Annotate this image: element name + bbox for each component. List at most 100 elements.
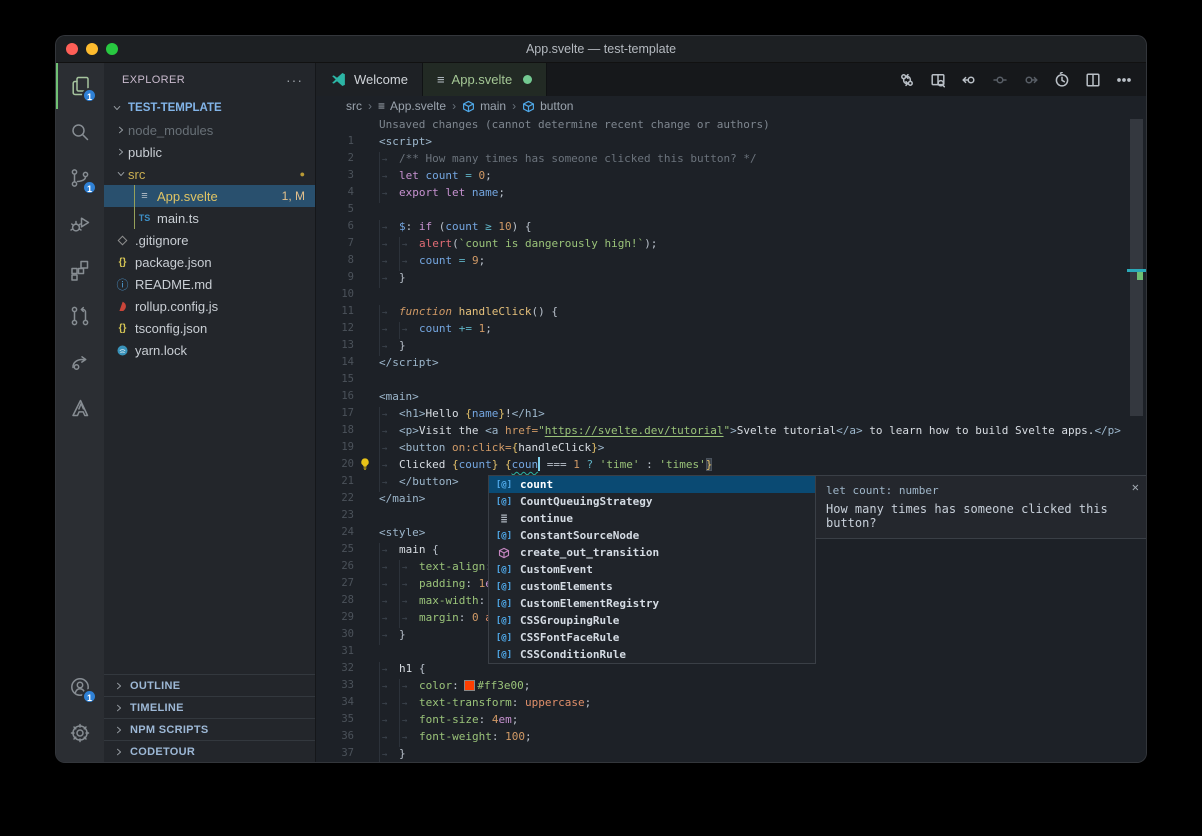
tab-label: Welcome bbox=[354, 72, 408, 87]
code-token: main bbox=[399, 543, 432, 556]
code-line[interactable]: 33→→color: #ff3e00; bbox=[316, 677, 1146, 694]
scrollbar-thumb[interactable] bbox=[1130, 119, 1143, 416]
code-token: <style> bbox=[379, 526, 425, 539]
tree-item-app-svelte[interactable]: ≡App.svelte1, M bbox=[104, 185, 315, 207]
suggest-item-customelements[interactable]: [@]customElements bbox=[489, 578, 815, 595]
breadcrumb-item-main[interactable]: main bbox=[462, 99, 506, 113]
tree-item-rollup-config-js[interactable]: rollup.config.js bbox=[104, 295, 315, 317]
sidebar-section-outline[interactable]: OUTLINE bbox=[104, 674, 315, 696]
code-line[interactable]: 37→} bbox=[316, 745, 1146, 762]
activity-search-icon[interactable] bbox=[56, 109, 104, 155]
code-line[interactable]: 15 bbox=[316, 371, 1146, 388]
suggest-item-cssconditionrule[interactable]: [@]CSSConditionRule bbox=[489, 646, 815, 663]
tree-item-readme-md[interactable]: ⓘREADME.md bbox=[104, 273, 315, 295]
tree-item--gitignore[interactable]: .gitignore bbox=[104, 229, 315, 251]
code-token: `count is dangerously high!` bbox=[459, 237, 644, 250]
activity-accounts-icon[interactable]: 1 bbox=[56, 664, 104, 710]
code-line[interactable]: 5 bbox=[316, 201, 1146, 218]
code-line[interactable]: 4→export let name; bbox=[316, 184, 1146, 201]
code-line[interactable]: 20→Clicked {count} {coun === 1 ? 'time' … bbox=[316, 456, 1146, 473]
explorer-more-actions-button[interactable]: ··· bbox=[286, 72, 303, 88]
split-editor-icon[interactable] bbox=[1085, 72, 1101, 88]
tree-item-public[interactable]: public bbox=[104, 141, 315, 163]
previous-change-icon[interactable] bbox=[961, 72, 977, 88]
code-line[interactable]: 13→} bbox=[316, 337, 1146, 354]
tree-item-label: yarn.lock bbox=[135, 343, 315, 358]
suggest-item-customevent[interactable]: [@]CustomEvent bbox=[489, 561, 815, 578]
line-number: 13 bbox=[316, 337, 354, 354]
code-line[interactable]: 6→$: if (count ≥ 10) { bbox=[316, 218, 1146, 235]
sidebar-section-codetour[interactable]: CODETOUR bbox=[104, 740, 315, 762]
code-line[interactable]: 16<main> bbox=[316, 388, 1146, 405]
code-token: <a bbox=[485, 424, 505, 437]
line-number: 14 bbox=[316, 354, 354, 371]
tree-item-tsconfig-json[interactable]: {}tsconfig.json bbox=[104, 317, 315, 339]
suggest-item-countqueuingstrategy[interactable]: [@]CountQueuingStrategy bbox=[489, 493, 815, 510]
breadcrumb-item-app-svelte[interactable]: ≡App.svelte bbox=[378, 99, 446, 113]
suggest-item-continue[interactable]: ≣continue bbox=[489, 510, 815, 527]
activity-live-share-icon[interactable] bbox=[56, 339, 104, 385]
code-line[interactable]: 36→→font-weight: 100; bbox=[316, 728, 1146, 745]
close-window-button[interactable] bbox=[66, 43, 78, 55]
tree-item-src[interactable]: src● bbox=[104, 163, 315, 185]
code-line[interactable]: 11→function handleClick() { bbox=[316, 303, 1146, 320]
code-token: font-size bbox=[419, 713, 479, 726]
code-line[interactable]: 7→→alert(`count is dangerously high!`); bbox=[316, 235, 1146, 252]
code-editor[interactable]: Unsaved changes (cannot determine recent… bbox=[316, 116, 1146, 762]
code-line[interactable]: 9→} bbox=[316, 269, 1146, 286]
activity-extensions-icon[interactable] bbox=[56, 247, 104, 293]
more-actions-icon[interactable] bbox=[1116, 72, 1132, 88]
code-line[interactable]: 10 bbox=[316, 286, 1146, 303]
minimize-window-button[interactable] bbox=[86, 43, 98, 55]
breadcrumb-item-src[interactable]: src bbox=[346, 99, 362, 113]
tab-welcome[interactable]: Welcome bbox=[316, 63, 423, 96]
code-line[interactable]: 34→→text-transform: uppercase; bbox=[316, 694, 1146, 711]
line-number: 6 bbox=[316, 218, 354, 235]
code-line[interactable]: 1<script> bbox=[316, 133, 1146, 150]
lightbulb-icon[interactable] bbox=[358, 457, 372, 472]
suggest-item-count[interactable]: [@]count bbox=[489, 476, 815, 493]
suggest-item-cssgroupingrule[interactable]: [@]CSSGroupingRule bbox=[489, 612, 815, 629]
code-line[interactable]: 8→→count = 9; bbox=[316, 252, 1146, 269]
suggest-item-constantsourcenode[interactable]: [@]ConstantSourceNode bbox=[489, 527, 815, 544]
activity-azure-icon[interactable] bbox=[56, 385, 104, 431]
json-file-icon: {} bbox=[114, 323, 131, 334]
line-number: 20 bbox=[316, 456, 354, 473]
titlebar[interactable]: App.svelte — test-template bbox=[56, 36, 1146, 63]
breadcrumb-item-button[interactable]: button bbox=[522, 99, 573, 113]
activity-run-and-debug-icon[interactable] bbox=[56, 201, 104, 247]
tree-item-yarn-lock[interactable]: yarn.lock bbox=[104, 339, 315, 361]
open-preview-icon[interactable] bbox=[930, 72, 946, 88]
code-line[interactable]: 2→/** How many times has someone clicked… bbox=[316, 150, 1146, 167]
zoom-window-button[interactable] bbox=[106, 43, 118, 55]
tab-app-svelte[interactable]: ≡App.svelte bbox=[423, 63, 547, 96]
close-icon[interactable]: ✕ bbox=[1132, 480, 1139, 494]
code-line[interactable]: 14</script> bbox=[316, 354, 1146, 371]
activity-settings-icon[interactable] bbox=[56, 710, 104, 756]
activity-source-control-icon[interactable]: 1 bbox=[56, 155, 104, 201]
code-line[interactable]: 12→→count += 1; bbox=[316, 320, 1146, 337]
code-token: to learn how to build Svelte apps. bbox=[863, 424, 1095, 437]
suggest-item-create_out_transition[interactable]: create_out_transition bbox=[489, 544, 815, 561]
tree-item-main-ts[interactable]: TSmain.ts bbox=[104, 207, 315, 229]
suggest-item-cssfontfacerule[interactable]: [@]CSSFontFaceRule bbox=[489, 629, 815, 646]
tree-item-node-modules[interactable]: node_modules bbox=[104, 119, 315, 141]
sidebar-section-npm-scripts[interactable]: NPM SCRIPTS bbox=[104, 718, 315, 740]
tree-item-package-json[interactable]: {}package.json bbox=[104, 251, 315, 273]
code-line[interactable]: 19→<button on:click={handleClick}> bbox=[316, 439, 1146, 456]
suggest-item-customelementregistry[interactable]: [@]CustomElementRegistry bbox=[489, 595, 815, 612]
tree-root-test-template[interactable]: TEST-TEMPLATE bbox=[104, 97, 315, 119]
code-line[interactable]: 3→let count = 0; bbox=[316, 167, 1146, 184]
code-line[interactable]: 35→→font-size: 4em; bbox=[316, 711, 1146, 728]
git-compare-icon[interactable] bbox=[899, 72, 915, 88]
line-number: 12 bbox=[316, 320, 354, 337]
code-line[interactable]: 17→<h1>Hello {name}!</h1> bbox=[316, 405, 1146, 422]
sidebar-section-timeline[interactable]: TIMELINE bbox=[104, 696, 315, 718]
editor-scrollbar[interactable] bbox=[1127, 116, 1146, 762]
activity-explorer-icon[interactable]: 1 bbox=[56, 63, 104, 109]
breadcrumb-label: main bbox=[480, 99, 506, 113]
activity-github-pull-requests-icon[interactable] bbox=[56, 293, 104, 339]
code-line[interactable]: 18→<p>Visit the <a href="https://svelte.… bbox=[316, 422, 1146, 439]
file-history-icon[interactable] bbox=[1054, 72, 1070, 88]
breadcrumb-separator: › bbox=[512, 99, 516, 113]
